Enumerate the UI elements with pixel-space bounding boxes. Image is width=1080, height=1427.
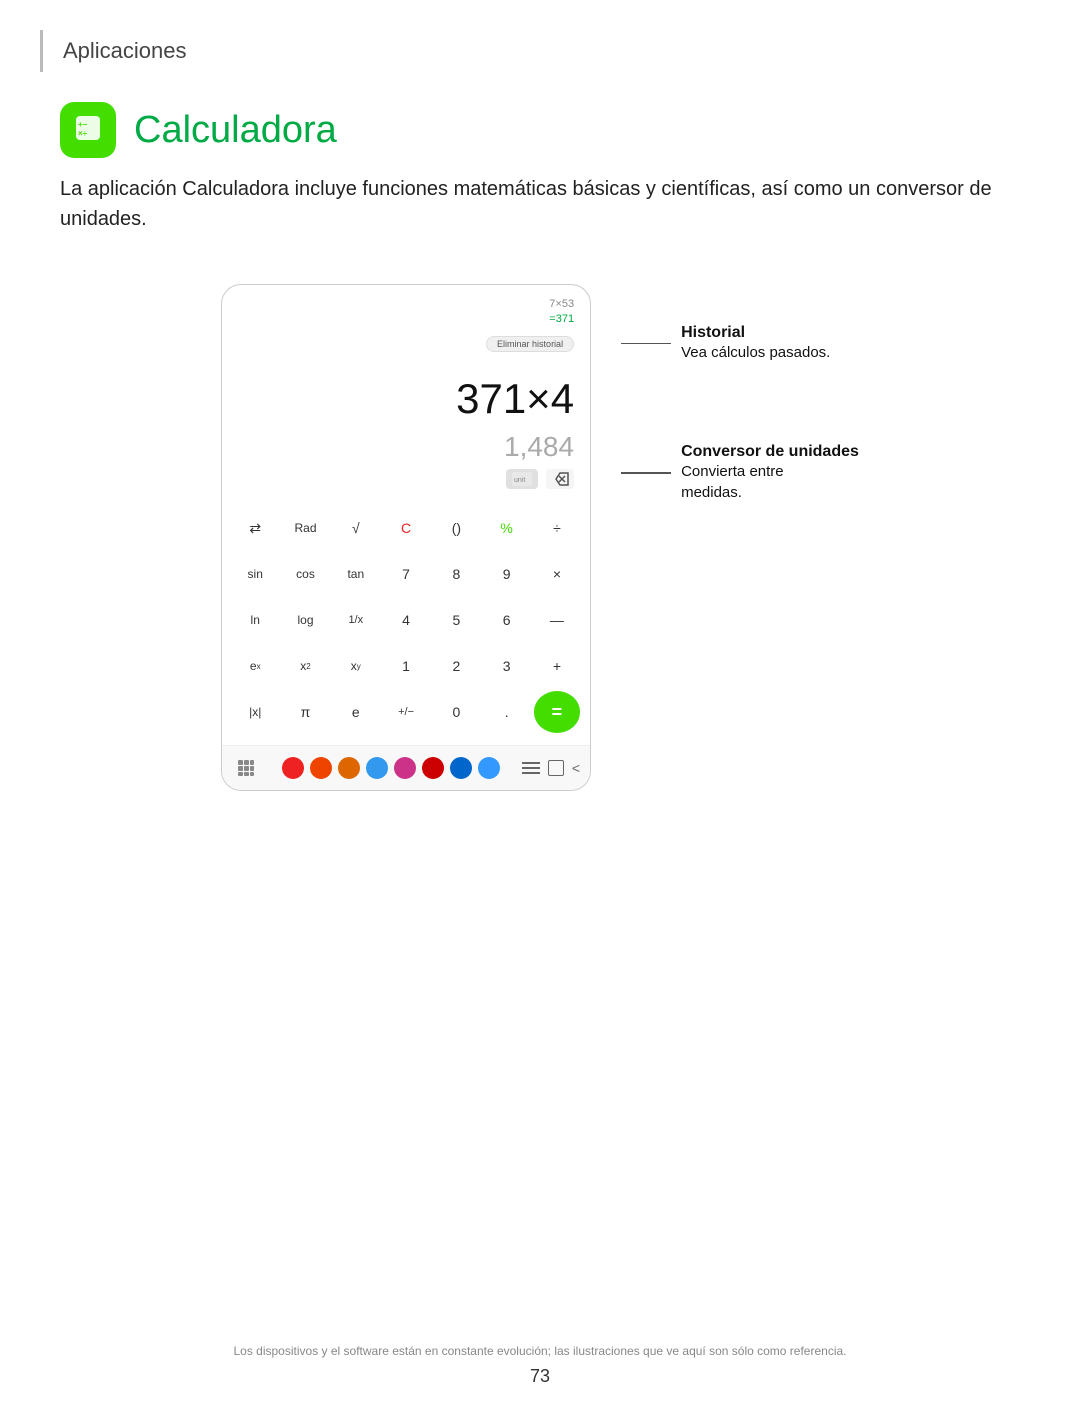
key-add[interactable]: + [534, 645, 580, 687]
key-8[interactable]: 8 [433, 553, 479, 595]
key-percent[interactable]: % [484, 507, 530, 549]
apps-button[interactable] [232, 754, 260, 782]
history-expression: 7×53 [238, 297, 574, 312]
nav-system-buttons: < [522, 760, 580, 776]
key-5[interactable]: 5 [433, 599, 479, 641]
key-4[interactable]: 4 [383, 599, 429, 641]
history-result: =371 [238, 312, 574, 327]
calc-display: 371×4 [222, 365, 590, 427]
nav-app-8[interactable] [478, 757, 500, 779]
key-log[interactable]: log [282, 599, 328, 641]
keypad-row-3: ln log 1/x 4 5 6 — [232, 599, 580, 641]
footer-note: Los dispositivos y el software están en … [0, 1344, 1080, 1358]
key-e[interactable]: e [333, 691, 379, 733]
app-description: La aplicación Calculadora incluye funcio… [0, 174, 1080, 264]
svg-text:+−: +− [78, 120, 88, 129]
key-rad[interactable]: Rad [282, 507, 328, 549]
nav-app-3[interactable] [338, 757, 360, 779]
key-cos[interactable]: cos [282, 553, 328, 595]
breadcrumb: Aplicaciones [63, 30, 187, 72]
annotation-historial-title: Historial [681, 324, 830, 342]
key-exp[interactable]: ex [232, 645, 278, 687]
nav-app-icons [282, 757, 500, 779]
key-7[interactable]: 7 [383, 553, 429, 595]
key-tan[interactable]: tan [333, 553, 379, 595]
key-sqrt[interactable]: √ [333, 507, 379, 549]
key-reciprocal[interactable]: 1/x [333, 599, 379, 641]
annotation-conversor-title: Conversor de unidades [681, 443, 859, 461]
display-result: 1,484 [222, 427, 590, 463]
annotation-historial: Historial Vea cálculos pasados. [621, 324, 859, 363]
annotation-conversor-body: Convierta entre medidas. [681, 461, 841, 503]
phone-mockup: 7×53 =371 Eliminar historial 371×4 1,484… [221, 284, 591, 791]
annotations-panel: Historial Vea cálculos pasados. Converso… [621, 284, 859, 503]
key-pi[interactable]: π [282, 691, 328, 733]
display-expression: 371×4 [238, 375, 574, 423]
key-parens[interactable]: () [433, 507, 479, 549]
nav-app-5[interactable] [394, 757, 416, 779]
nav-app-4[interactable] [366, 757, 388, 779]
annotation-historial-text: Historial Vea cálculos pasados. [681, 324, 830, 363]
key-3[interactable]: 3 [484, 645, 530, 687]
key-power[interactable]: xy [333, 645, 379, 687]
clear-history-button[interactable]: Eliminar historial [486, 336, 574, 352]
svg-text:unit: unit [514, 477, 525, 484]
nav-back-icon[interactable]: < [572, 760, 580, 776]
annotation-historial-body: Vea cálculos pasados. [681, 342, 830, 363]
annotation-conversor-text: Conversor de unidades Convierta entre me… [681, 443, 859, 503]
page-footer: Los dispositivos y el software están en … [0, 1344, 1080, 1387]
app-title-section: +− ×÷ Calculadora [0, 72, 1080, 174]
key-0[interactable]: 0 [433, 691, 479, 733]
backspace-button[interactable] [546, 469, 574, 489]
nav-app-1[interactable] [282, 757, 304, 779]
key-multiply[interactable]: × [534, 553, 580, 595]
key-9[interactable]: 9 [484, 553, 530, 595]
key-abs[interactable]: |x| [232, 691, 278, 733]
key-negate[interactable]: +/− [383, 691, 429, 733]
key-clear[interactable]: C [383, 507, 429, 549]
key-divide[interactable]: ÷ [534, 507, 580, 549]
keypad-row-2: sin cos tan 7 8 9 × [232, 553, 580, 595]
key-subtract[interactable]: — [534, 599, 580, 641]
key-6[interactable]: 6 [484, 599, 530, 641]
key-square[interactable]: x2 [282, 645, 328, 687]
nav-app-7[interactable] [450, 757, 472, 779]
key-equals[interactable]: = [534, 691, 580, 733]
svg-text:×÷: ×÷ [78, 129, 88, 138]
annotation-conversor: Conversor de unidades Convierta entre me… [621, 443, 859, 503]
key-sin[interactable]: sin [232, 553, 278, 595]
key-rotate[interactable]: ⇄ [232, 507, 278, 549]
unit-converter-row: unit [222, 463, 590, 499]
key-decimal[interactable]: . [484, 691, 530, 733]
nav-bar: < [222, 745, 590, 790]
nav-app-6[interactable] [422, 757, 444, 779]
keypad: ⇄ Rad √ C () % ÷ sin cos tan 7 8 9 × ln [222, 499, 590, 745]
key-ln[interactable]: ln [232, 599, 278, 641]
nav-app-2[interactable] [310, 757, 332, 779]
app-title: Calculadora [134, 109, 337, 152]
footer-page-number: 73 [0, 1366, 1080, 1387]
keypad-row-1: ⇄ Rad √ C () % ÷ [232, 507, 580, 549]
key-1[interactable]: 1 [383, 645, 429, 687]
nav-square-icon[interactable] [548, 760, 564, 776]
keypad-row-4: ex x2 xy 1 2 3 + [232, 645, 580, 687]
key-2[interactable]: 2 [433, 645, 479, 687]
nav-menu-icon[interactable] [522, 762, 540, 774]
main-content: 7×53 =371 Eliminar historial 371×4 1,484… [0, 264, 1080, 811]
keypad-row-5: |x| π e +/− 0 . = [232, 691, 580, 733]
calc-history-section: 7×53 =371 Eliminar historial [222, 285, 590, 365]
unit-converter-icon[interactable]: unit [506, 469, 538, 489]
app-icon: +− ×÷ [60, 102, 116, 158]
